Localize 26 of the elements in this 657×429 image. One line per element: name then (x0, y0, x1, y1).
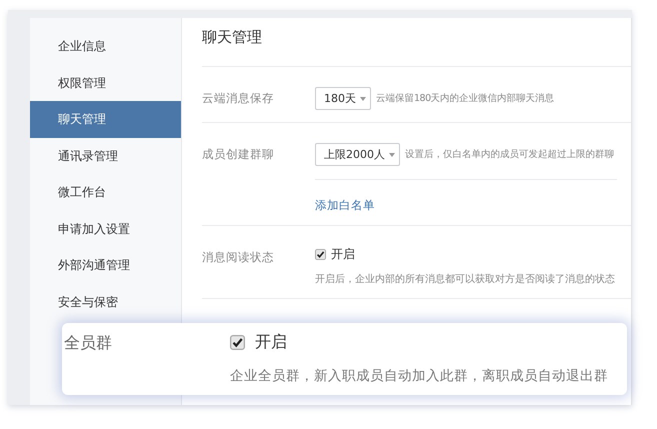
add-whitelist-link[interactable]: 添加白名单 (315, 198, 375, 212)
sidebar-item[interactable]: 外部沟通管理 (30, 247, 181, 284)
dropdown[interactable]: 上限2000人 (315, 143, 400, 166)
caret-icon (360, 96, 366, 100)
sidebar-item[interactable]: 聊天管理 (30, 101, 181, 138)
checkbox[interactable] (230, 335, 245, 350)
sidebar-item[interactable]: 通讯录管理 (30, 138, 181, 174)
setting-label: 全员群 (64, 332, 113, 354)
sidebar-item[interactable]: 权限管理 (30, 64, 181, 101)
sidebar-item[interactable]: 微工作台 (30, 174, 181, 210)
checkbox[interactable] (315, 249, 326, 260)
description-text: 开启后，企业内部的所有消息都可以获取对方是否阅读了消息的状态 (315, 272, 616, 286)
checkbox-label: 开启 (331, 246, 355, 263)
dropdown[interactable]: 180天 (315, 87, 371, 110)
setting-label: 云端消息保存 (202, 90, 275, 107)
caret-icon (389, 152, 395, 156)
hint-text: 云端保留180天内的企业微信内部聊天消息 (376, 92, 554, 105)
sidebar-item[interactable]: 企业信息 (30, 28, 181, 64)
checkbox-label: 开启 (255, 332, 287, 353)
sidebar-item[interactable]: 申请加入设置 (30, 210, 181, 247)
hint-text: 设置后，仅白名单内的成员可发起超过上限的群聊 (405, 148, 614, 161)
description-text: 企业全员群，新入职成员自动加入此群，离职成员自动退出群 (230, 367, 609, 385)
setting-label: 成员创建群聊 (202, 146, 275, 163)
page-title: 聊天管理 (202, 18, 631, 67)
sidebar-item[interactable]: 安全与保密 (30, 284, 181, 320)
setting-label: 消息阅读状态 (202, 249, 275, 266)
